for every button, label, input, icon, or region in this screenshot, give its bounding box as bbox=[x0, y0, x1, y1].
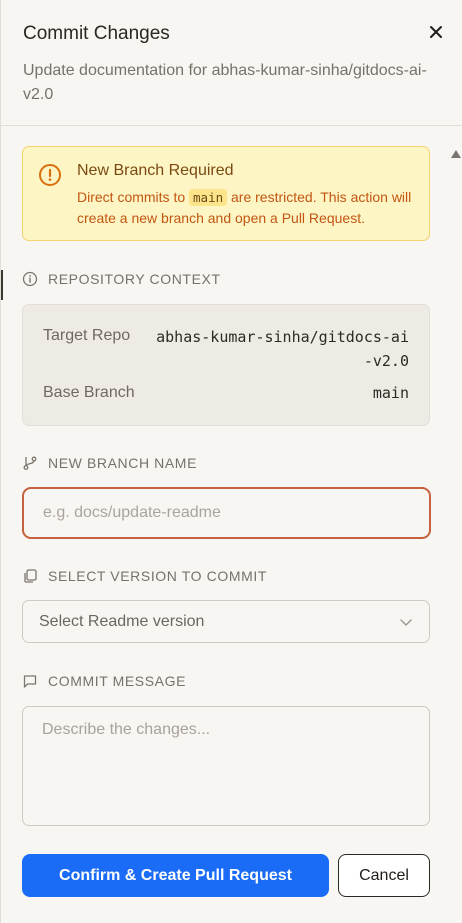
close-icon bbox=[430, 26, 442, 38]
confirm-create-pr-button[interactable]: Confirm & Create Pull Request bbox=[22, 854, 329, 897]
info-icon bbox=[22, 271, 38, 287]
target-repo-value: abhas-kumar-sinha/gitdocs-ai-v2.0 bbox=[156, 328, 409, 370]
branch-code: main bbox=[189, 189, 228, 206]
target-repo-label: Target Repo bbox=[43, 327, 131, 344]
repository-context-text: REPOSITORY CONTEXT bbox=[48, 271, 221, 287]
alert-circle-icon bbox=[39, 164, 61, 186]
commit-message-text: COMMIT MESSAGE bbox=[48, 673, 187, 689]
branch-warning-banner: New Branch Required Direct commits to ma… bbox=[22, 146, 430, 241]
dialog-title: Commit Changes bbox=[23, 23, 170, 44]
dialog-subtitle: Update documentation for abhas-kumar-sin… bbox=[23, 62, 427, 103]
new-branch-text: NEW BRANCH NAME bbox=[48, 455, 198, 471]
warning-text-start: Direct commits to bbox=[77, 189, 190, 205]
git-branch-icon bbox=[23, 456, 37, 470]
new-branch-label: NEW BRANCH NAME bbox=[22, 454, 197, 472]
scroll-up-arrow[interactable] bbox=[450, 148, 462, 160]
warning-title: New Branch Required bbox=[77, 162, 234, 179]
chevron-down-icon bbox=[400, 619, 412, 626]
message-square-icon bbox=[23, 675, 37, 688]
triangle-up-icon bbox=[451, 150, 461, 158]
base-branch-label: Base Branch bbox=[43, 384, 135, 401]
commit-message-input[interactable] bbox=[22, 706, 430, 826]
readme-version-select[interactable]: Select Readme version bbox=[22, 600, 430, 643]
select-value: Select Readme version bbox=[39, 613, 205, 630]
select-version-label: SELECT VERSION TO COMMIT bbox=[22, 567, 267, 585]
repository-context-label: REPOSITORY CONTEXT bbox=[22, 270, 221, 288]
copy-icon bbox=[24, 569, 37, 583]
cancel-button[interactable]: Cancel bbox=[338, 854, 430, 897]
close-button[interactable] bbox=[425, 21, 447, 43]
commit-dialog: Commit Changes Update documentation for … bbox=[0, 0, 462, 923]
branch-name-input[interactable] bbox=[22, 487, 431, 539]
repository-context-box: Target Repo abhas-kumar-sinha/gitdocs-ai… bbox=[22, 304, 430, 426]
dialog-header: Commit Changes Update documentation for … bbox=[1, 0, 462, 126]
edge-marker bbox=[1, 270, 3, 300]
base-branch-value: main bbox=[372, 384, 409, 402]
select-version-text: SELECT VERSION TO COMMIT bbox=[48, 568, 267, 584]
warning-text: Direct commits to main are restricted. T… bbox=[77, 187, 422, 228]
commit-message-label: COMMIT MESSAGE bbox=[22, 672, 186, 690]
